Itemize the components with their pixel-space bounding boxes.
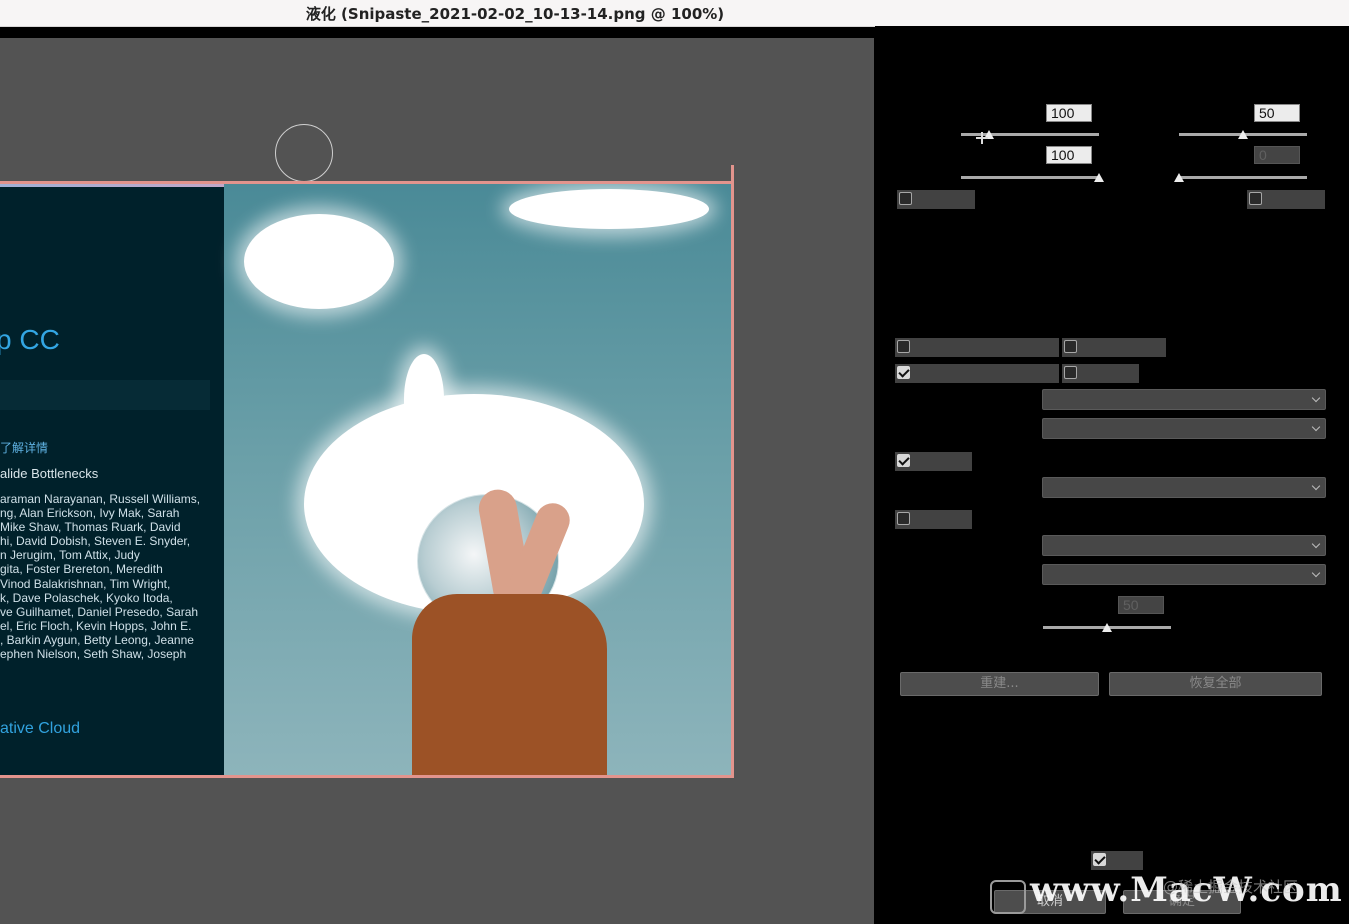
splash-info-panel: p CC 了解详情 alide Bottlenecks araman Naray…: [0, 184, 225, 775]
crosshair-cursor: [976, 132, 988, 144]
brush-rate-field[interactable]: 0: [1254, 146, 1300, 164]
chevron-down-icon: [1311, 481, 1321, 491]
chevron-down-icon: [1311, 422, 1321, 432]
chevron-down-icon: [1311, 539, 1321, 549]
splash-accent-line: [0, 184, 225, 187]
checkbox-box: [899, 192, 912, 205]
checkbox-box: [897, 454, 910, 467]
cloud-shape: [244, 214, 394, 309]
chevron-down-icon: [1311, 568, 1321, 578]
credit-line: ephen Nielson, Seth Shaw, Joseph: [0, 647, 187, 662]
credit-line: Mike Shaw, Thomas Ruark, David: [0, 520, 181, 535]
splash-edge-accent: [731, 165, 734, 335]
macw-logo-icon: [990, 880, 1026, 914]
app-name: p CC: [0, 324, 60, 355]
credits-list: araman Narayanan, Russell Williams, ng, …: [0, 492, 224, 661]
mask-color-select[interactable]: [1042, 477, 1326, 498]
show-backdrop-checkbox[interactable]: [1062, 364, 1139, 383]
slider-thumb[interactable]: [1174, 173, 1184, 182]
show-mask-checkbox[interactable]: [1062, 338, 1166, 357]
checkbox-box: [1064, 340, 1077, 353]
backdrop-use-select[interactable]: [1042, 535, 1326, 556]
brush-pressure-slider[interactable]: [961, 176, 1099, 179]
cloud-shape: [509, 189, 709, 229]
preview-checkbox[interactable]: [1091, 851, 1143, 870]
splash-version-bar: [0, 380, 210, 410]
opacity-field[interactable]: 50: [1118, 596, 1164, 614]
credit-line: Vinod Balakrishnan, Tim Wright,: [0, 576, 171, 591]
credit-line: , Barkin Aygun, Betty Leong, Jeanne: [0, 632, 194, 647]
community-watermark: @稀土掘金技术社区: [1163, 878, 1299, 896]
splash-subtitle: alide Bottlenecks: [0, 466, 99, 481]
checkbox-box: [1064, 366, 1077, 379]
brush-size-field[interactable]: 100: [1046, 104, 1092, 122]
credit-line: el, Eric Floch, Kevin Hopps, John E.: [0, 618, 192, 633]
credit-line: n Jerugim, Tom Attix, Judy: [0, 548, 140, 563]
window-title: 液化 (Snipaste_2021-02-02_10-13-14.png @ 1…: [305, 5, 725, 23]
restore-all-button[interactable]: 恢复全部: [1109, 672, 1322, 696]
slider-thumb[interactable]: [1238, 130, 1248, 139]
show-image-checkbox[interactable]: [895, 338, 1059, 357]
show-mesh-checkbox[interactable]: [895, 364, 1059, 383]
restore-option-checkbox[interactable]: [895, 510, 972, 529]
checkbox-box: [897, 366, 910, 379]
slider-thumb[interactable]: [1094, 173, 1104, 182]
brush-cursor: [275, 124, 333, 182]
credit-line: k, Dave Polaschek, Kyoko Itoda,: [0, 590, 173, 605]
credit-line: araman Narayanan, Russell Williams,: [0, 492, 201, 506]
splash-photo: [224, 184, 731, 775]
checkbox-box: [1249, 192, 1262, 205]
credit-line: hi, David Dobish, Steven E. Snyder,: [0, 534, 191, 549]
creative-cloud-label: ative Cloud: [0, 720, 81, 737]
brush-pressure-field[interactable]: 100: [1046, 146, 1092, 164]
credit-line: ng, Alan Erickson, Ivy Mak, Sarah: [0, 506, 180, 521]
brush-rate-slider[interactable]: [1179, 176, 1307, 179]
title-bar: 液化 (Snipaste_2021-02-02_10-13-14.png @ 1…: [0, 0, 1349, 27]
checkbox-box: [897, 340, 910, 353]
backdrop-mode-select[interactable]: [1042, 564, 1326, 585]
slider-thumb[interactable]: [1102, 623, 1112, 632]
pressure-checkbox[interactable]: [897, 190, 975, 209]
checkbox-box: [897, 512, 910, 525]
brush-density-field[interactable]: 50: [1254, 104, 1300, 122]
cloud-shape: [404, 354, 444, 444]
splash-image: p CC 了解详情 alide Bottlenecks araman Naray…: [0, 181, 734, 778]
rebuild-button[interactable]: 重建...: [900, 672, 1099, 696]
mesh-color-select[interactable]: [1042, 418, 1326, 439]
chevron-down-icon: [1311, 393, 1321, 403]
checkbox-box: [1093, 853, 1106, 866]
person-shirt: [412, 594, 607, 775]
view-option-checkbox[interactable]: [895, 452, 972, 471]
credit-line: gita, Foster Brereton, Meredith: [0, 562, 163, 577]
credit-line: ve Guilhamet, Daniel Presedo, Sarah: [0, 604, 199, 619]
mesh-size-select[interactable]: [1042, 389, 1326, 410]
pin-edges-checkbox[interactable]: [1247, 190, 1325, 209]
learn-more-link: 了解详情: [0, 441, 49, 455]
